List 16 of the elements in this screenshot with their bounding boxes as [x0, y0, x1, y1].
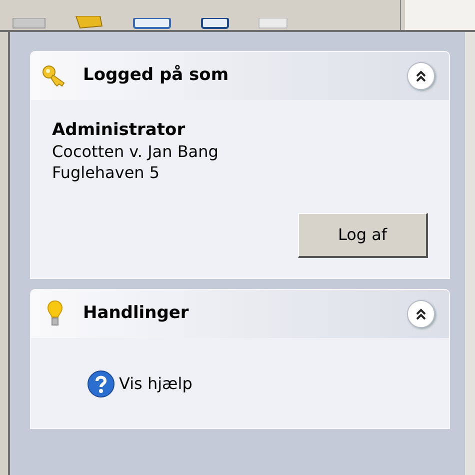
user-name: Administrator [52, 120, 186, 141]
card-title: Handlinger [82, 302, 190, 326]
card-title: Logged på som [82, 64, 230, 88]
double-chevron-up-icon [415, 70, 427, 82]
double-chevron-up-icon [415, 308, 427, 320]
help-link[interactable]: Vis hjælp [87, 370, 192, 398]
address-line: Cocotten v. Jan Bang [52, 141, 218, 162]
toolbar-icon[interactable] [132, 18, 172, 30]
collapse-button[interactable] [407, 62, 435, 90]
lightbulb-icon [47, 300, 63, 328]
toolbar-icon[interactable] [200, 18, 230, 30]
address-field[interactable] [405, 0, 475, 30]
help-icon [87, 370, 115, 398]
logout-button[interactable]: Log af [298, 213, 428, 258]
collapse-button[interactable] [407, 300, 435, 328]
address-line: Fuglehaven 5 [52, 162, 160, 183]
